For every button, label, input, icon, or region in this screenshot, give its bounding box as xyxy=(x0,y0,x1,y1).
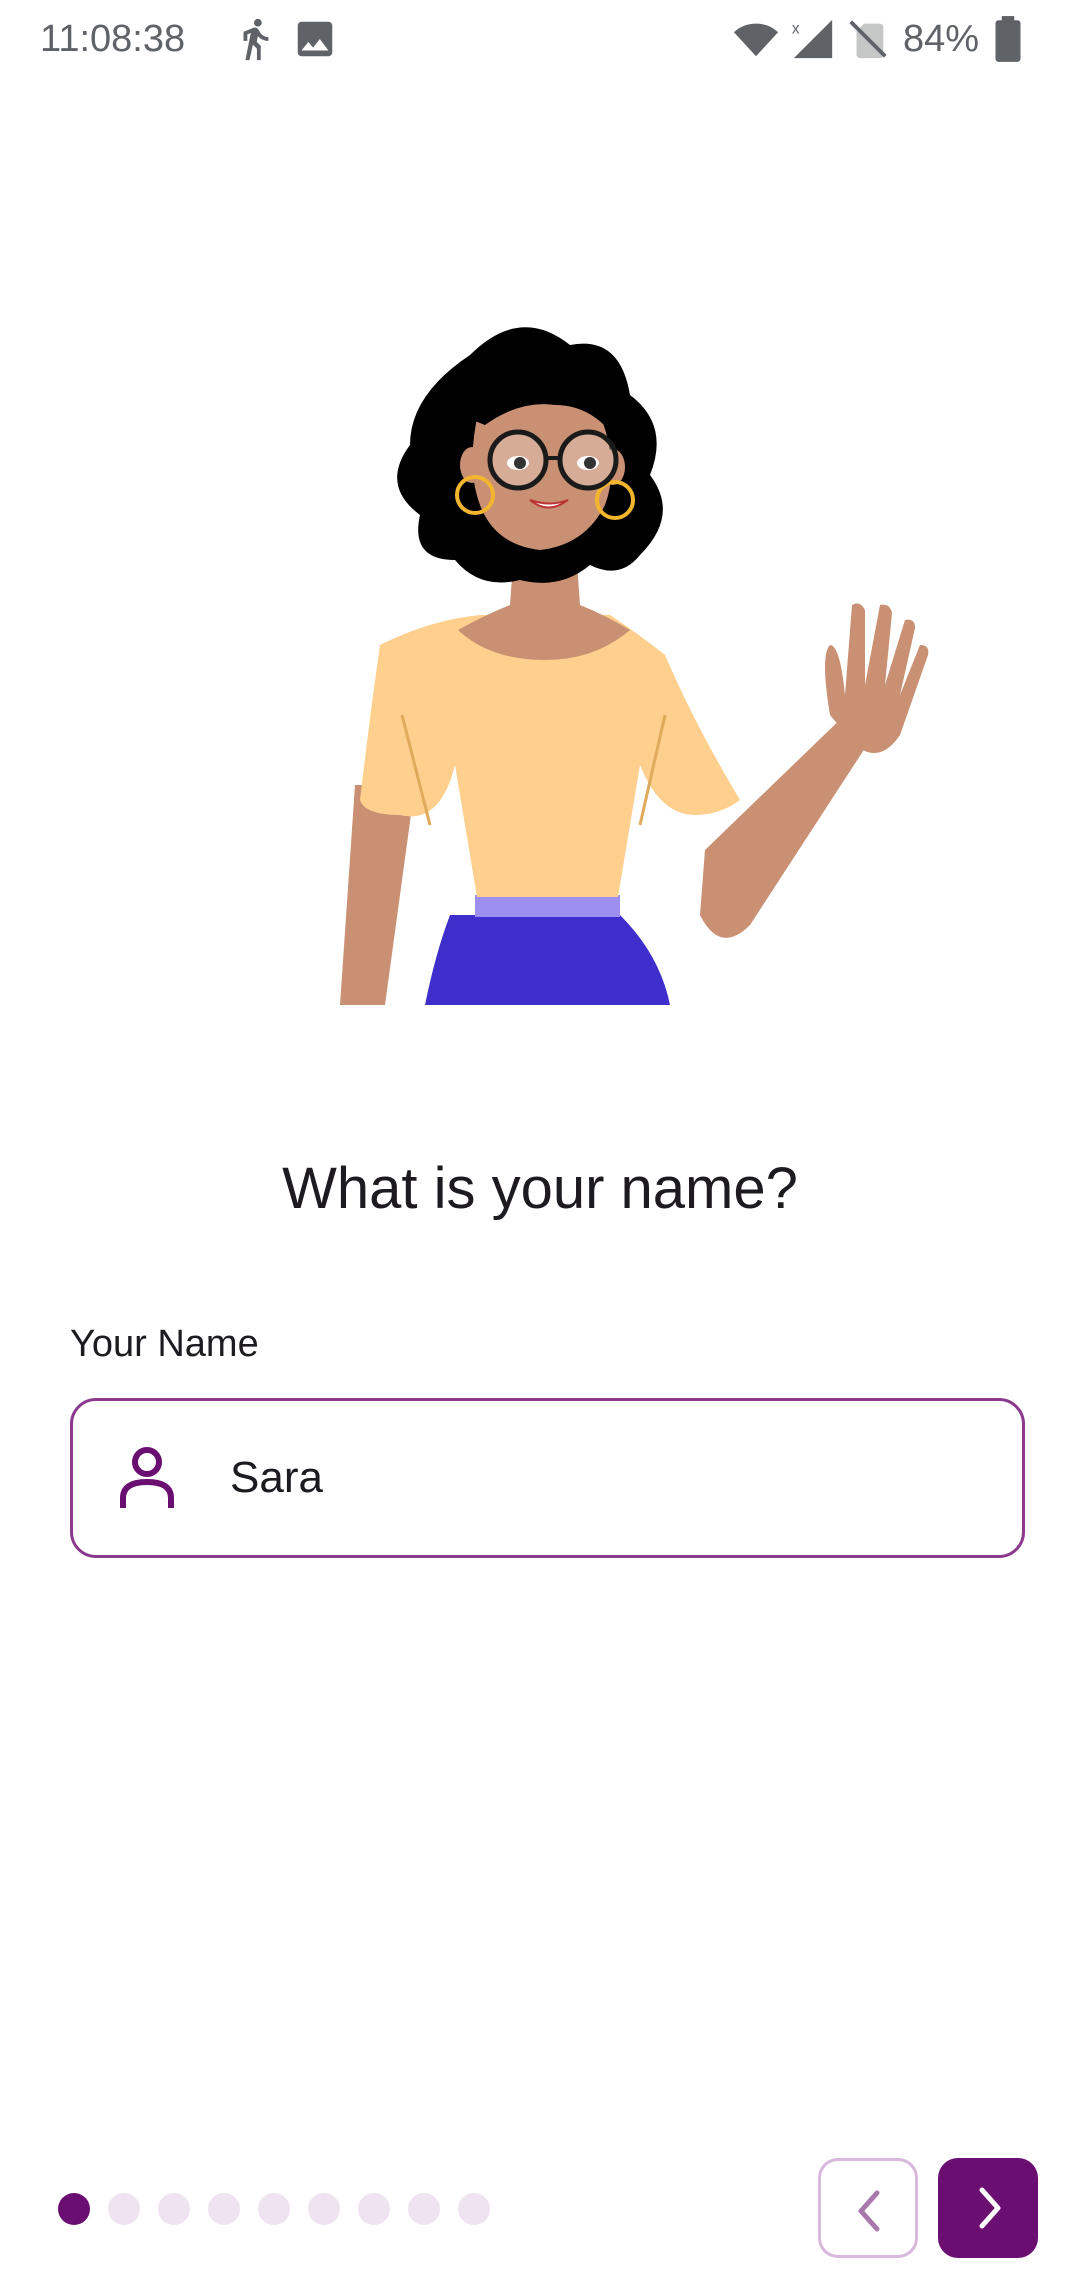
battery-percent: 84% xyxy=(903,18,980,60)
chevron-left-icon xyxy=(858,2190,880,2232)
name-field[interactable] xyxy=(70,1398,1025,1558)
wifi-icon xyxy=(733,14,779,64)
next-button[interactable] xyxy=(938,2158,1038,2258)
signal-icon: x xyxy=(790,14,836,64)
no-sim-icon xyxy=(845,14,891,64)
page-dot xyxy=(408,2193,440,2225)
page-dot xyxy=(108,2193,140,2225)
svg-text:x: x xyxy=(792,20,800,37)
page-dot xyxy=(458,2193,490,2225)
status-time: 11:08:38 xyxy=(40,18,186,60)
person-icon xyxy=(119,1446,175,1510)
page-dot xyxy=(308,2193,340,2225)
page-dot xyxy=(158,2193,190,2225)
battery-icon xyxy=(990,14,1036,64)
page-dot-active xyxy=(58,2193,90,2225)
walking-icon xyxy=(232,14,278,64)
name-input[interactable] xyxy=(230,1453,990,1503)
onboarding-screen: 11:08:38 x 84% What is your name? Your N… xyxy=(0,0,1080,2280)
waving-woman-illustration xyxy=(340,315,940,1005)
name-field-label: Your Name xyxy=(70,1323,259,1365)
page-dot xyxy=(358,2193,390,2225)
page-dot xyxy=(208,2193,240,2225)
previous-button[interactable] xyxy=(818,2158,918,2258)
page-dot xyxy=(258,2193,290,2225)
image-icon xyxy=(292,14,338,64)
status-bar: 11:08:38 x 84% xyxy=(0,0,1080,80)
chevron-right-icon xyxy=(979,2187,1001,2229)
page-title: What is your name? xyxy=(282,1156,798,1221)
